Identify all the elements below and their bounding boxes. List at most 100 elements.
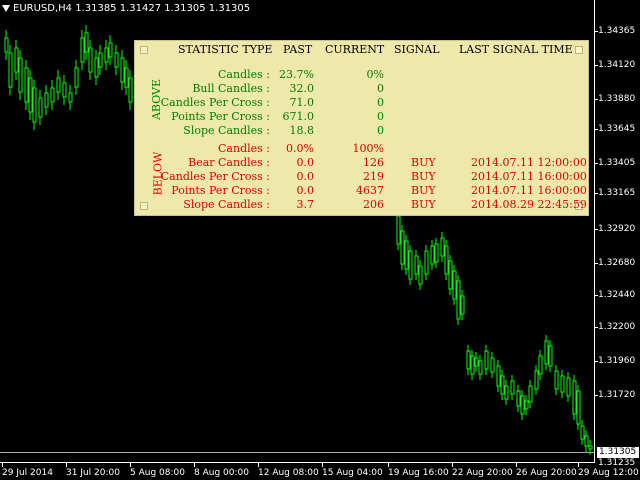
time-label: 5 Aug 08:00: [130, 468, 185, 478]
stat-past: 0.0: [296, 170, 315, 183]
stat-current: 219: [363, 170, 384, 183]
price-label: 1.34365: [598, 26, 636, 36]
stat-past: 71.0: [289, 96, 315, 109]
candle-body: [88, 47, 93, 73]
candle-body: [94, 57, 99, 78]
panel-corner-icon[interactable]: [575, 46, 583, 54]
stat-last-time: 2014.08.29 22:45:59: [471, 198, 587, 211]
candle-body: [452, 270, 457, 300]
candle-body: [400, 230, 405, 265]
candle-body: [18, 57, 23, 93]
time-label: 8 Aug 00:00: [194, 468, 249, 478]
stat-label: Points Per Cross :: [171, 184, 270, 197]
time-label: 22 Aug 20:00: [452, 468, 513, 478]
time-tick: [130, 463, 131, 467]
candle-body: [418, 265, 423, 285]
time-label: 29 Aug 12:00: [578, 468, 639, 478]
candle-body: [500, 375, 505, 395]
stat-row: Candles Per Cross : 0.0 219 BUY 2014.07.11 1…: [135, 170, 590, 183]
candle-body: [424, 250, 429, 275]
stat-current: 0: [377, 96, 384, 109]
candle-body: [528, 385, 533, 403]
candle-body: [14, 47, 19, 73]
candle-body: [84, 32, 89, 53]
candle-body: [524, 400, 529, 410]
stat-past: 0.0%: [286, 142, 314, 155]
stat-past: 0.0: [296, 156, 315, 169]
candle-body: [456, 280, 461, 320]
candle-body: [28, 77, 33, 113]
stat-past: 32.0: [289, 82, 315, 95]
stat-row: Candles : 0.0% 100%: [135, 142, 590, 155]
candle-body: [414, 255, 419, 275]
candle-body: [538, 355, 543, 375]
stat-signal: BUY: [411, 156, 436, 169]
candle-body: [516, 390, 521, 407]
stat-label: Slope Candles :: [183, 198, 270, 211]
candle-body: [44, 92, 49, 108]
stat-signal: BUY: [411, 170, 436, 183]
time-tick: [452, 463, 453, 467]
stat-row: Bear Candles : 0.0 126 BUY 2014.07.11 12:00:…: [135, 156, 590, 169]
header-last-signal-time: LAST SIGNAL TIME: [459, 43, 573, 56]
time-label: 29 Jul 2014: [2, 468, 53, 478]
candle-body: [520, 395, 525, 415]
time-tick: [2, 463, 3, 467]
stat-current: 100%: [352, 142, 384, 155]
candle-body: [80, 37, 85, 63]
stat-row: Slope Candles : 18.8 0: [135, 124, 590, 137]
candle-body: [448, 260, 453, 290]
candle-body: [460, 295, 465, 315]
stat-label: Candles Per Cross :: [160, 96, 270, 109]
stat-row: Slope Candles : 3.7 206 BUY 2014.08.29 22:45…: [135, 198, 590, 211]
stat-past: 0.0: [296, 184, 315, 197]
candle-body: [38, 97, 43, 118]
statistics-panel: STATISTIC TYPE PAST CURRENT SIGNAL LAST …: [134, 40, 589, 216]
stat-row: Points Per Cross : 671.0 0: [135, 110, 590, 123]
candle-body: [8, 52, 13, 88]
candle-body: [566, 377, 571, 397]
stat-current: 0%: [366, 68, 384, 81]
price-label: 1.34120: [598, 60, 636, 70]
stat-past: 671.0: [282, 110, 315, 123]
time-label: 31 Jul 20:00: [66, 468, 120, 478]
candle-body: [544, 340, 549, 365]
time-tick: [578, 463, 579, 467]
candle-body: [444, 245, 449, 275]
candle-body: [50, 87, 55, 103]
symbol-quote: EURUSD,H4 1.31385 1.31427 1.31305 1.3130…: [13, 3, 251, 14]
candle-body: [580, 425, 585, 440]
time-label: 12 Aug 08:00: [258, 468, 319, 478]
candle-body: [470, 355, 475, 375]
stat-label: Slope Candles :: [183, 124, 270, 137]
panel-corner-icon[interactable]: [140, 46, 148, 54]
candle-body: [68, 92, 73, 103]
candle-body: [554, 370, 559, 390]
time-tick: [66, 463, 67, 467]
candle-body: [124, 67, 129, 88]
stat-label: Bull Candles :: [192, 82, 270, 95]
candle-body: [534, 370, 539, 390]
header-current: CURRENT: [325, 43, 385, 56]
header-statistic-type: STATISTIC TYPE: [178, 43, 273, 56]
price-label: 1.33165: [598, 188, 636, 198]
header-past: PAST: [283, 43, 313, 56]
candle-body: [484, 350, 489, 370]
stat-past: 23.7%: [279, 68, 314, 81]
time-tick: [258, 463, 259, 467]
price-label: 1.32680: [598, 258, 636, 268]
time-tick: [388, 463, 389, 467]
current-price-label: 1.31305: [597, 447, 639, 458]
time-tick: [322, 463, 323, 467]
stat-current: 0: [377, 82, 384, 95]
candle-body: [440, 237, 445, 257]
candle-body: [478, 360, 483, 375]
header-signal: SIGNAL: [394, 43, 440, 56]
candle-body: [108, 42, 113, 58]
stat-signal: BUY: [411, 198, 436, 211]
stat-row: Bull Candles : 32.0 0: [135, 82, 590, 95]
stat-last-time: 2014.07.11 16:00:00: [471, 170, 587, 183]
dropdown-triangle-icon[interactable]: [2, 4, 10, 12]
stat-last-time: 2014.07.11 16:00:00: [471, 184, 587, 197]
price-label: 1.31960: [598, 356, 636, 366]
